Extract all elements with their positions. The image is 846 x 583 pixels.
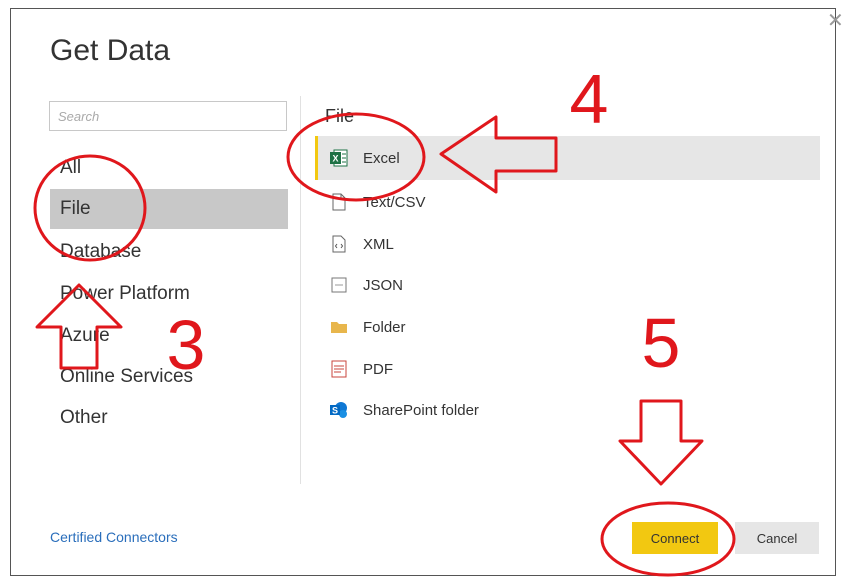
category-power-platform[interactable]: Power Platform (50, 274, 288, 314)
item-folder[interactable]: Folder (315, 305, 820, 349)
category-database[interactable]: Database (50, 232, 288, 272)
excel-icon: X (329, 148, 349, 168)
cancel-button[interactable]: Cancel (735, 522, 819, 554)
item-label: JSON (363, 276, 404, 294)
svg-text:S: S (332, 406, 338, 416)
item-label: XML (363, 235, 394, 253)
svg-text:X: X (332, 154, 338, 164)
category-file[interactable]: File (50, 189, 288, 229)
item-excel[interactable]: X Excel (315, 136, 820, 180)
item-pdf[interactable]: PDF (315, 347, 820, 391)
item-label: SharePoint folder (363, 401, 479, 419)
category-azure[interactable]: Azure (50, 316, 288, 356)
text-file-icon (329, 192, 349, 212)
xml-file-icon (329, 234, 349, 254)
connect-button[interactable]: Connect (632, 522, 718, 554)
dialog-title: Get Data (50, 34, 171, 67)
certified-connectors-link[interactable]: Certified Connectors (50, 529, 178, 545)
sharepoint-icon: S (329, 400, 349, 420)
item-label: PDF (363, 360, 393, 378)
panel-divider (300, 96, 301, 484)
item-text-csv[interactable]: Text/CSV (315, 180, 820, 224)
json-file-icon (329, 275, 349, 295)
item-sharepoint-folder[interactable]: S SharePoint folder (315, 388, 820, 432)
category-other[interactable]: Other (50, 398, 288, 438)
category-online-services[interactable]: Online Services (50, 357, 288, 397)
close-icon[interactable]: ✕ (827, 10, 844, 30)
search-input[interactable] (49, 101, 287, 131)
section-label: File (325, 106, 355, 126)
category-all[interactable]: All (50, 148, 288, 188)
item-json[interactable]: JSON (315, 263, 820, 307)
folder-icon (329, 317, 349, 337)
item-xml[interactable]: XML (315, 222, 820, 266)
item-label: Text/CSV (363, 193, 426, 211)
item-label: Folder (363, 318, 406, 336)
item-label: Excel (363, 149, 400, 167)
pdf-icon (329, 359, 349, 379)
